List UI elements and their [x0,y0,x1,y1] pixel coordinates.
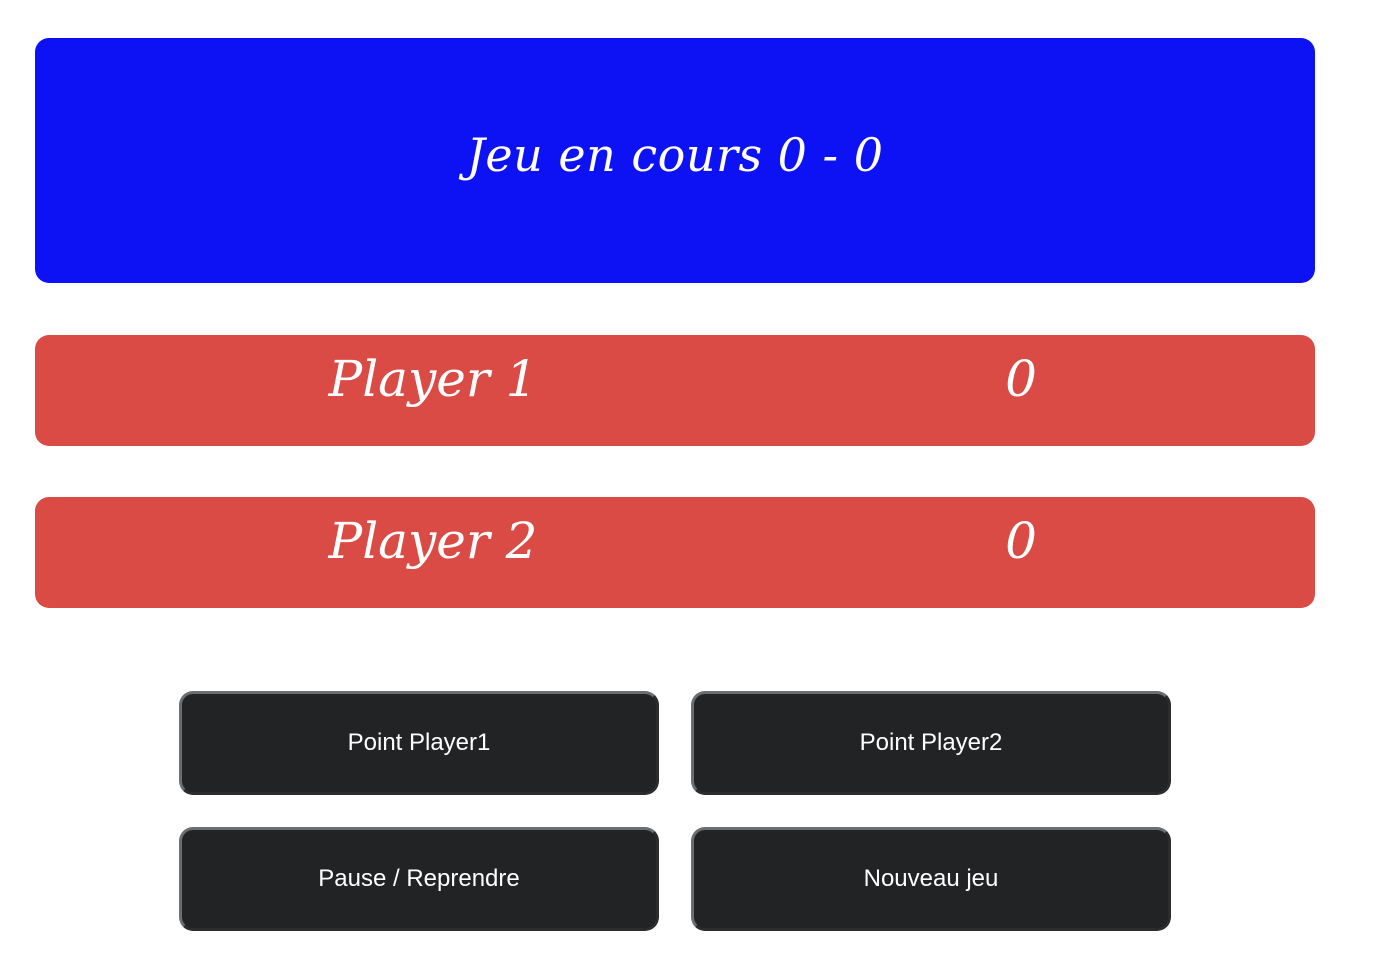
new-game-button[interactable]: Nouveau jeu [691,827,1171,931]
player-2-name: Player 2 [328,511,538,570]
point-player2-button[interactable]: Point Player2 [691,691,1171,795]
player-1-score: 0 [1005,349,1037,408]
game-status-banner: Jeu en cours 0 - 0 [35,38,1315,283]
player-2-score: 0 [1005,511,1037,570]
game-status-text: Jeu en cours 0 - 0 [466,127,884,182]
tennis-scoreboard-page: Jeu en cours 0 - 0 Player 1 0 Player 2 0… [0,0,1398,968]
pause-resume-button[interactable]: Pause / Reprendre [179,827,659,931]
point-player1-button[interactable]: Point Player1 [179,691,659,795]
player-1-name: Player 1 [328,349,538,408]
player-row-1: Player 1 0 [35,335,1315,446]
player-row-2: Player 2 0 [35,497,1315,608]
